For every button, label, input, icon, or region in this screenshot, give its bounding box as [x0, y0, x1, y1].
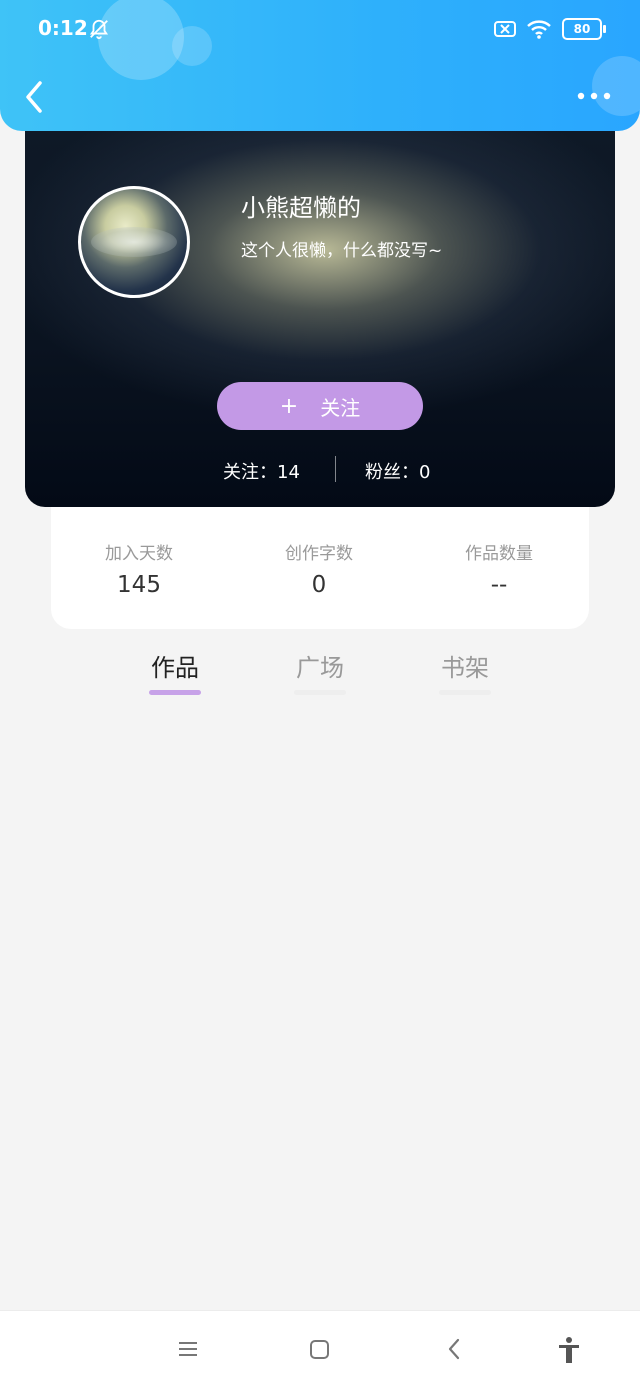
- username: 小熊超懒的: [241, 194, 361, 222]
- wifi-icon: [527, 20, 551, 39]
- plus-icon: +: [279, 393, 299, 419]
- follow-stats: 关注：14 粉丝：0: [25, 456, 615, 486]
- stat-value: --: [490, 572, 508, 598]
- tab-bookshelf[interactable]: 书架: [430, 648, 500, 683]
- accessibility-icon[interactable]: [554, 1335, 584, 1365]
- more-dots-icon[interactable]: [576, 86, 612, 106]
- stat-value: 145: [117, 572, 161, 598]
- avatar-cloud: [91, 227, 177, 257]
- fans-count[interactable]: 粉丝：0: [365, 458, 430, 484]
- following-count[interactable]: 关注：14: [223, 458, 300, 484]
- battery-icon: 80: [562, 18, 606, 40]
- tab-square[interactable]: 广场: [285, 648, 355, 683]
- follow-button[interactable]: + 关注: [217, 382, 423, 430]
- back-chevron-icon[interactable]: [440, 1335, 470, 1365]
- tab-indicator: [439, 690, 491, 695]
- home-square-icon[interactable]: [305, 1335, 335, 1365]
- stats-card: 加入天数 145 创作字数 0 作品数量 --: [51, 507, 589, 629]
- decor-bubble: [98, 0, 184, 80]
- system-nav-bar: [0, 1310, 640, 1388]
- stat-label: 加入天数: [105, 544, 173, 564]
- profile-card: 小熊超懒的 这个人很懒，什么都没写~ + 关注 关注：14 粉丝：0: [25, 100, 615, 507]
- top-header: 0:12 80: [0, 0, 640, 131]
- user-bio: 这个人很懒，什么都没写~: [241, 241, 443, 261]
- tab-works[interactable]: 作品: [140, 648, 210, 683]
- avatar[interactable]: [78, 186, 190, 298]
- menu-icon[interactable]: [174, 1335, 204, 1365]
- stat-join-days: 加入天数 145: [69, 539, 209, 598]
- stat-value: 0: [311, 572, 327, 598]
- decor-bubble: [172, 26, 212, 66]
- tab-indicator: [294, 690, 346, 695]
- stat-works-count: 作品数量 --: [429, 539, 569, 598]
- status-time: 0:12: [38, 16, 88, 40]
- tab-indicator: [149, 690, 201, 695]
- stats-divider: [335, 456, 336, 482]
- sim-x-icon: [494, 21, 516, 37]
- bell-muted-icon: [89, 19, 109, 40]
- stat-word-count: 创作字数 0: [249, 539, 389, 598]
- chevron-left-icon[interactable]: [20, 78, 50, 116]
- stat-label: 作品数量: [465, 544, 533, 564]
- stat-label: 创作字数: [285, 544, 353, 564]
- status-icons: 80: [494, 18, 606, 40]
- follow-label: 关注: [320, 395, 361, 420]
